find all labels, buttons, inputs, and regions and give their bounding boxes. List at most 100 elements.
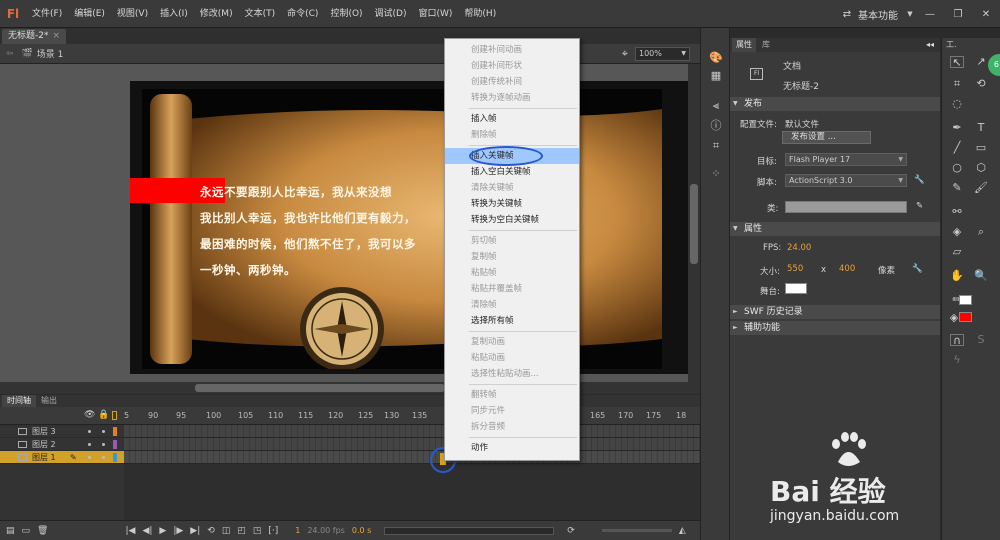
center-frame-icon[interactable]: ⟳ bbox=[567, 526, 575, 536]
lock-icon[interactable]: 🔒 bbox=[98, 410, 109, 420]
scroll-thumb[interactable] bbox=[690, 184, 698, 264]
menu-item[interactable]: 文件(F) bbox=[26, 0, 68, 28]
free-transform-icon[interactable]: ⌗ bbox=[950, 78, 964, 90]
new-folder-icon[interactable]: ▭ bbox=[22, 526, 31, 536]
subselection-tool-icon[interactable]: ↗ bbox=[974, 56, 988, 68]
lock-dot[interactable] bbox=[102, 430, 105, 433]
onion-outline-icon[interactable]: ◰ bbox=[237, 526, 246, 536]
visibility-dot[interactable] bbox=[88, 443, 91, 446]
paint-bucket-icon[interactable]: ◈ bbox=[950, 226, 964, 238]
minimize-button[interactable]: — bbox=[916, 4, 944, 24]
smooth-icon[interactable]: S bbox=[974, 334, 988, 346]
menu-item[interactable]: 控制(O) bbox=[324, 0, 368, 28]
pen-icon[interactable]: ✒ bbox=[950, 122, 964, 134]
maximize-button[interactable]: ❐ bbox=[944, 4, 972, 24]
eraser-icon[interactable]: ▱ bbox=[950, 246, 964, 258]
current-frame[interactable]: 1 bbox=[295, 526, 300, 535]
align-icon[interactable]: ⫷ bbox=[709, 100, 723, 112]
loop-icon[interactable]: ⟲ bbox=[207, 526, 215, 536]
tab-library[interactable]: 库 bbox=[758, 38, 774, 52]
context-menu-item[interactable]: 动作 bbox=[445, 440, 579, 456]
tab-output[interactable]: 输出 bbox=[36, 395, 62, 407]
props-section-header[interactable]: 属性 bbox=[730, 222, 940, 236]
pencil-icon[interactable]: ✎ bbox=[950, 182, 964, 194]
transform-icon[interactable]: ⌗ bbox=[709, 140, 723, 152]
frame-grid[interactable] bbox=[124, 425, 700, 520]
wrench-icon[interactable]: 🔧 bbox=[914, 175, 925, 185]
lock-dot[interactable] bbox=[102, 443, 105, 446]
close-icon[interactable]: × bbox=[52, 31, 60, 41]
menu-item[interactable]: 视图(V) bbox=[111, 0, 154, 28]
context-menu-item[interactable]: 转换为关键帧 bbox=[445, 196, 579, 212]
swatches-icon[interactable]: ▦ bbox=[709, 70, 723, 82]
class-input[interactable] bbox=[785, 201, 907, 213]
chevron-down-icon[interactable]: ▼ bbox=[904, 4, 916, 24]
script-select[interactable]: ActionScript 3.0 bbox=[785, 174, 907, 187]
menu-item[interactable]: 窗口(W) bbox=[413, 0, 459, 28]
zoom-in-icon[interactable]: ◭ bbox=[679, 526, 686, 536]
menu-item[interactable]: 帮助(H) bbox=[458, 0, 502, 28]
play-icon[interactable]: ▶ bbox=[159, 526, 166, 536]
selection-tool-icon[interactable]: ↖ bbox=[950, 56, 964, 69]
width-value[interactable]: 550 bbox=[787, 264, 803, 274]
bone-icon[interactable]: ⚯ bbox=[950, 206, 964, 218]
menu-item[interactable]: 修改(M) bbox=[194, 0, 239, 28]
notification-badge[interactable]: 61 bbox=[988, 54, 1000, 76]
components-icon[interactable]: ⁘ bbox=[709, 168, 723, 180]
step-back-icon[interactable]: ◀| bbox=[142, 526, 152, 536]
hand-icon[interactable]: ✋ bbox=[950, 270, 964, 282]
info-icon[interactable]: ⓘ bbox=[709, 120, 723, 132]
stage-color-swatch[interactable] bbox=[785, 283, 807, 294]
scene-label[interactable]: 场景 1 bbox=[37, 47, 64, 60]
height-value[interactable]: 400 bbox=[839, 264, 855, 274]
color-palette-icon[interactable]: 🎨 bbox=[709, 52, 723, 64]
stage-vertical-scrollbar[interactable] bbox=[688, 64, 700, 382]
sync-icon[interactable]: ⇄ bbox=[836, 4, 858, 24]
menu-item[interactable]: 编辑(E) bbox=[68, 0, 111, 28]
stage-horizontal-scrollbar[interactable] bbox=[0, 382, 700, 394]
stroke-swatch[interactable] bbox=[959, 295, 972, 305]
target-select[interactable]: Flash Player 17 bbox=[785, 153, 907, 166]
layer-name[interactable]: 图层 2 bbox=[32, 438, 56, 451]
doc-tab[interactable]: 无标题-2* × bbox=[2, 29, 67, 44]
zoom-tool-icon[interactable]: 🔍 bbox=[974, 270, 988, 282]
onion-skin-icon[interactable]: ◫ bbox=[222, 526, 231, 536]
tab-properties[interactable]: 属性 bbox=[732, 38, 756, 52]
brush-icon[interactable]: 🖌 bbox=[974, 182, 988, 194]
elapsed-time[interactable]: 0.0 s bbox=[352, 526, 371, 535]
edit-multiple-icon[interactable]: ◳ bbox=[253, 526, 262, 536]
publish-section-header[interactable]: 发布 bbox=[730, 97, 940, 111]
layer-row[interactable]: 图层 3 bbox=[0, 425, 124, 438]
eyedropper-icon[interactable]: ⌕ bbox=[974, 226, 988, 238]
context-menu-item[interactable]: 插入帧 bbox=[445, 111, 579, 127]
outline-icon[interactable] bbox=[112, 411, 117, 420]
polystar-icon[interactable]: ⬡ bbox=[974, 162, 988, 174]
straighten-icon[interactable]: ϟ bbox=[950, 354, 964, 366]
close-button[interactable]: ✕ bbox=[972, 4, 1000, 24]
frame-rate[interactable]: 24.00 fps bbox=[307, 526, 345, 535]
onion-markers-icon[interactable]: [·] bbox=[268, 526, 278, 536]
text-icon[interactable]: T bbox=[974, 122, 988, 134]
lasso-icon[interactable]: ◌ bbox=[950, 98, 964, 110]
line-icon[interactable]: ╱ bbox=[950, 142, 964, 154]
fps-value[interactable]: 24.00 bbox=[787, 243, 811, 253]
zoom-slider[interactable] bbox=[601, 529, 672, 532]
outline-color-swatch[interactable] bbox=[113, 453, 117, 462]
layer-name[interactable]: 图层 1 bbox=[32, 451, 56, 464]
layer-name[interactable]: 图层 3 bbox=[32, 425, 56, 438]
timeline-scrollbar[interactable] bbox=[384, 526, 555, 535]
menu-item[interactable]: 调试(D) bbox=[369, 0, 413, 28]
menu-item[interactable]: 插入(I) bbox=[154, 0, 194, 28]
crosshair-icon[interactable]: ⌖ bbox=[622, 47, 628, 61]
publish-settings-button[interactable]: 发布设置 ... bbox=[782, 131, 871, 144]
outline-color-swatch[interactable] bbox=[113, 427, 117, 436]
menu-item[interactable]: 文本(T) bbox=[239, 0, 282, 28]
new-layer-icon[interactable]: ▤ bbox=[6, 526, 15, 536]
history-section-header[interactable]: SWF 历史记录 bbox=[730, 305, 940, 319]
context-menu-item[interactable]: 插入空白关键帧 bbox=[445, 164, 579, 180]
context-menu-item[interactable]: 转换为空白关键帧 bbox=[445, 212, 579, 228]
3d-rotation-icon[interactable]: ⟲ bbox=[974, 78, 988, 90]
wrench-icon[interactable]: 🔧 bbox=[912, 264, 923, 274]
frame-row[interactable] bbox=[124, 438, 700, 451]
context-menu-item[interactable]: 选择所有帧 bbox=[445, 313, 579, 329]
